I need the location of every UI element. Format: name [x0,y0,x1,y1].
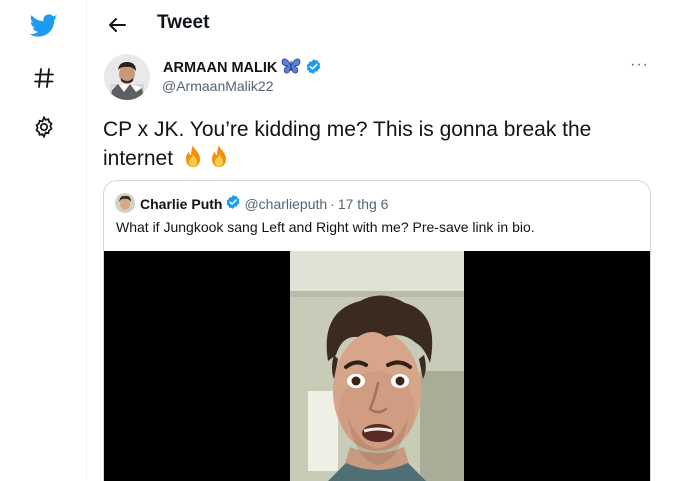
video-frame [290,251,464,481]
quote-separator: · [330,195,335,212]
quote-author-name[interactable]: Charlie Puth [140,196,222,212]
back-arrow-icon[interactable] [104,12,130,38]
page-header: Tweet [87,0,696,50]
twitter-bird-icon[interactable] [30,12,58,40]
tweet-text: CP x JK. You’re kidding me? This is gonn… [103,118,592,170]
fire-emoji-icon [207,144,231,176]
butterfly-emoji-icon [281,57,301,79]
quote-text: What if Jungkook sang Left and Right wit… [116,219,535,235]
left-nav-rail [0,0,87,480]
author-handle[interactable]: @ArmaanMalik22 [162,78,273,94]
author-name[interactable]: ARMAAN MALIK [163,60,277,76]
quote-date[interactable]: 17 thg 6 [338,196,389,212]
tweet-text-block: CP x JK. You’re kidding me? This is gonn… [103,116,663,176]
author-avatar[interactable] [104,54,150,100]
verified-badge-icon [305,58,322,79]
video-player[interactable] [104,251,650,481]
more-options-button[interactable]: ··· [630,56,649,74]
quote-author-avatar[interactable] [115,193,135,213]
gear-icon[interactable] [30,113,58,141]
quote-meta: Charlie Puth @charlieputh · 17 thg 6 [140,194,388,213]
fire-emoji-icon [181,144,205,176]
hashtag-icon[interactable] [30,64,58,92]
page-title: Tweet [157,12,210,33]
quote-author-handle[interactable]: @charlieputh [244,196,327,212]
verified-badge-icon [225,194,241,213]
author-name-row[interactable]: ARMAAN MALIK [163,57,322,79]
quoted-tweet-card[interactable]: Charlie Puth @charlieputh · 17 thg 6 Wha… [103,180,651,481]
